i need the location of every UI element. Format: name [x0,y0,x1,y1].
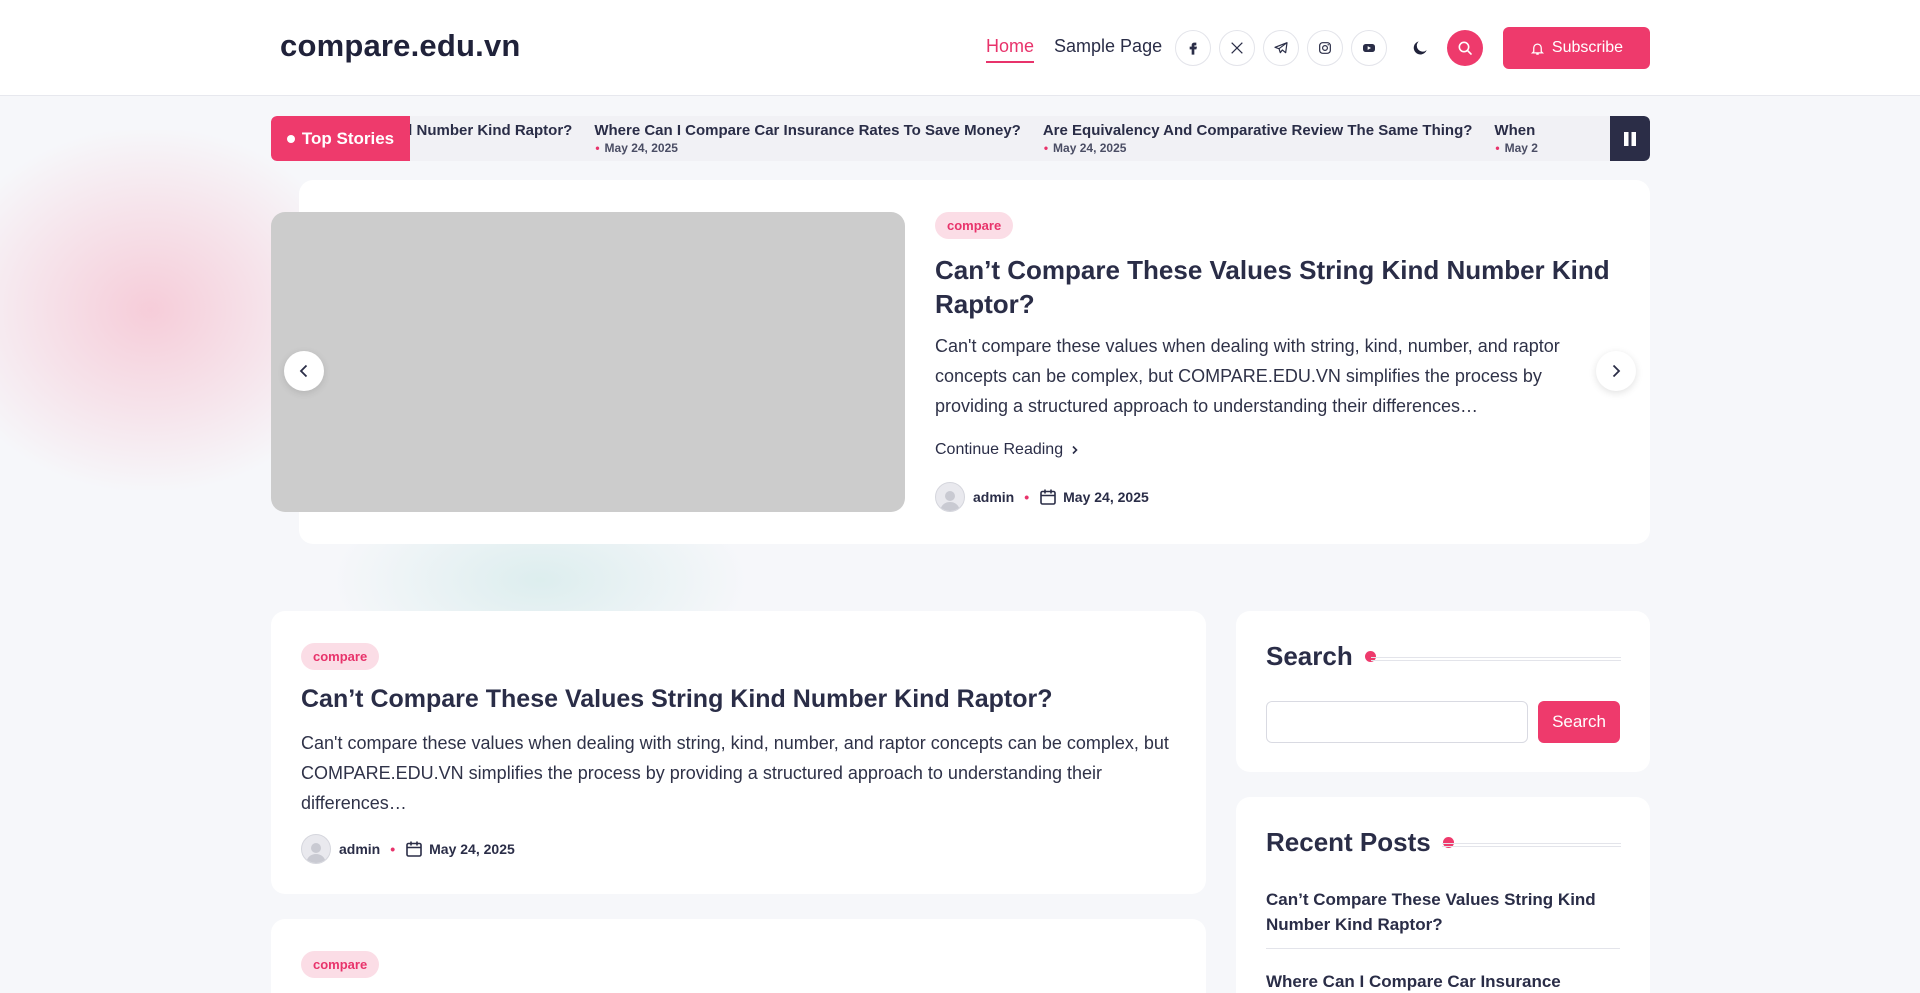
chevron-right-icon [1072,445,1078,455]
widget-title: Recent Posts [1266,827,1454,858]
widget-title-text: Recent Posts [1266,827,1431,857]
social-links [1175,30,1387,66]
telegram-icon [1274,42,1288,54]
ticker-item: Are Equivalency And Comparative Review T… [1043,122,1473,155]
search-icon [1458,41,1472,55]
post-title[interactable]: Can’t Compare These Values String Kind N… [301,685,1053,714]
youtube-icon [1363,44,1375,52]
nav-item-home[interactable]: Home [986,36,1035,63]
author-link[interactable]: admin [973,489,1014,505]
x-link[interactable] [1219,30,1255,66]
ticker-item-title[interactable]: Where Can I Compare Car Insurance Rates … [594,122,1021,139]
bell-icon [1530,43,1544,55]
ticker-label: Top Stories [271,116,410,161]
moon-icon [1413,41,1427,55]
ticker-items: Kind Number Kind Raptor? Where Can I Com… [408,122,1538,155]
pause-icon [1624,131,1636,146]
nav-item-sample-page[interactable]: Sample Page [1054,36,1162,63]
ticker-label-text: Top Stories [301,128,395,148]
calendar-icon [405,840,423,858]
ticker-item-title[interactable]: Kind Number Kind Raptor? [408,122,572,139]
site-logo[interactable]: compare.edu.vn [280,28,521,64]
post-excerpt: Can't compare these values when dealing … [301,733,1169,813]
title-divider [1371,657,1621,661]
ticker-date-text: May 24, 2025 [604,141,678,155]
ticker-item-date: • May 2 [1495,141,1538,155]
ticker-item: Kind Number Kind Raptor? [408,122,572,155]
ticker-track: Kind Number Kind Raptor? Where Can I Com… [408,116,1583,161]
ticker-dot [286,134,295,143]
recent-post-link[interactable]: Where Can I Compare Car Insurance [1266,969,1620,993]
category-tag[interactable]: compare [935,212,1014,239]
title-divider [1442,843,1621,847]
telegram-link[interactable] [1263,30,1299,66]
ticker-date-text: May 24, 2025 [1053,141,1127,155]
post-meta: admin • May 24, 2025 [301,834,515,864]
subscribe-button[interactable]: Subscribe [1503,27,1650,69]
x-icon [1231,42,1243,54]
ticker-item-title[interactable]: Are Equivalency And Comparative Review T… [1043,122,1473,139]
post-date[interactable]: May 24, 2025 [429,841,515,857]
widget-title: Search [1266,641,1376,672]
ticker-item: Where Can I Compare Car Insurance Rates … [594,122,1021,155]
calendar-icon [1039,488,1057,506]
featured-image-placeholder[interactable] [271,212,905,512]
main-nav: Home Sample Page [986,36,1162,63]
search-submit-button[interactable]: Search [1538,701,1620,743]
featured-post-title[interactable]: Can’t Compare These Values String Kind N… [935,253,1615,321]
meta-separator: • [1024,489,1030,505]
category-tag[interactable]: compare [301,951,380,978]
site-header: compare.edu.vn Home Sample Page Subscrib… [0,0,1920,96]
divider [1266,948,1620,949]
facebook-icon [1189,42,1197,55]
post-card [271,919,1206,993]
facebook-link[interactable] [1175,30,1211,66]
search-input[interactable] [1266,701,1528,743]
youtube-link[interactable] [1351,30,1387,66]
top-stories-ticker: Kind Number Kind Raptor? Where Can I Com… [271,116,1650,161]
author-link[interactable]: admin [339,841,380,857]
chevron-left-icon [299,364,308,378]
instagram-icon [1319,42,1331,54]
subscribe-label: Subscribe [1551,39,1624,56]
user-icon [940,491,960,511]
header-search-button[interactable] [1447,30,1483,66]
ticker-item-date: • May 24, 2025 [1043,141,1127,155]
continue-reading-label: Continue Reading [935,441,1064,458]
recent-posts-widget: Recent Posts Can’t Compare These Values … [1236,797,1650,993]
post-date[interactable]: May 24, 2025 [1063,489,1149,505]
instagram-link[interactable] [1307,30,1343,66]
ticker-item-title[interactable]: When [1494,122,1538,139]
slider-prev-button[interactable] [284,351,324,391]
avatar [301,834,331,864]
ticker-item-date: • May 24, 2025 [595,141,678,155]
dark-mode-toggle[interactable] [1402,30,1438,66]
featured-post-excerpt: Can't compare these values when dealing … [935,336,1560,416]
recent-post-link[interactable]: Can’t Compare These Values String Kind N… [1266,887,1620,937]
continue-reading-link[interactable]: Continue Reading [935,441,1080,459]
ticker-pause-button[interactable] [1610,116,1650,161]
user-icon [306,843,326,863]
meta-separator: • [390,841,396,857]
category-tag[interactable]: compare [301,643,380,670]
ticker-item: When • May 2 [1494,122,1538,155]
search-widget: Search Search [1236,611,1650,772]
featured-post-meta: admin • May 24, 2025 [935,482,1149,512]
widget-title-text: Search [1266,641,1353,671]
ticker-date-text: May 2 [1504,141,1538,155]
avatar [935,482,965,512]
